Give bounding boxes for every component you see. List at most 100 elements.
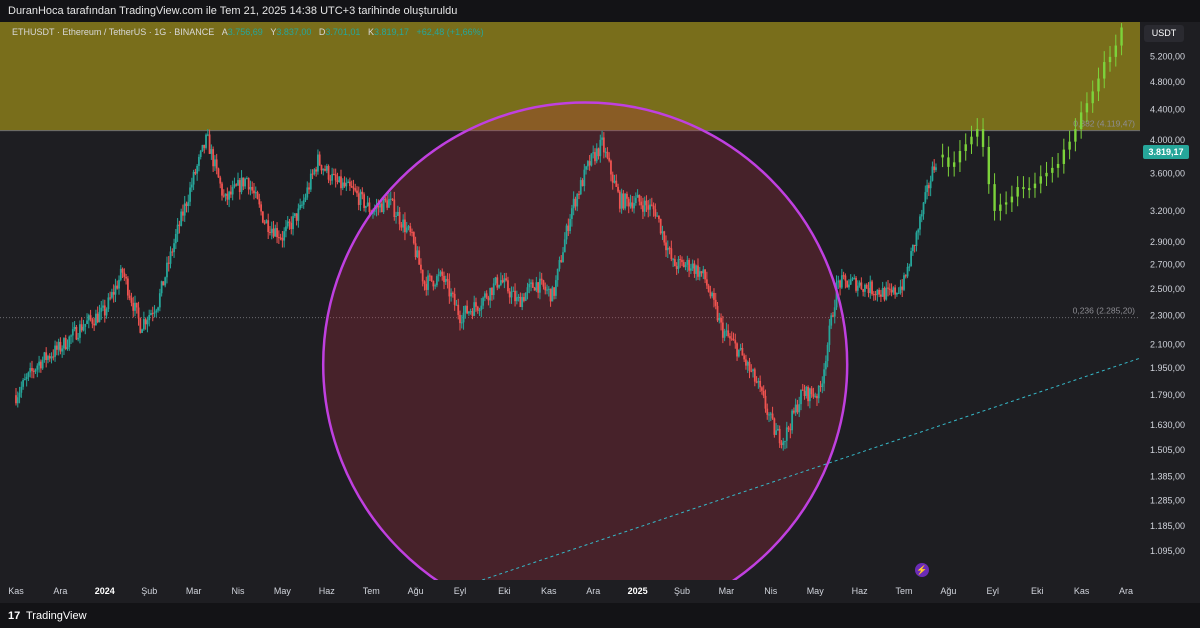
candle-body [917,229,920,233]
projection-candle [1004,202,1008,205]
candle-body [663,231,666,243]
candle-body [407,226,410,228]
candle-body [570,208,573,219]
candle-body [709,291,712,297]
candle-body [141,329,143,333]
candle-body [290,222,293,230]
candle-body [855,277,857,291]
candle-body [537,282,540,293]
candle-body [569,218,572,231]
candle-body [796,404,799,413]
candle-body [579,180,582,195]
candle-body [627,198,630,207]
candle-body [471,311,474,316]
price-tick-label: 1.630,00 [1150,420,1185,430]
candle-body [430,275,433,281]
candle-body [317,154,319,172]
candle-body [224,193,227,196]
candle-body [277,237,280,239]
candle-body [540,278,543,281]
candle-body [492,283,495,295]
candle-body [285,226,287,232]
currency-selector[interactable]: USDT [1144,25,1184,42]
candle-body [528,283,531,288]
candle-body [595,148,598,162]
projection-candle [1074,129,1077,142]
candle-body [222,195,225,197]
candle-body [713,292,715,300]
price-tick-label: 1.095,00 [1150,546,1185,556]
candle-body [535,282,538,291]
candle-body [157,307,159,311]
candle-body [87,315,90,321]
time-tick-label: Şub [674,586,690,596]
candle-body [396,211,399,216]
fib-label: 0,382 (4.119,47) [1073,119,1135,129]
candle-body [782,441,785,446]
candle-body [503,278,506,283]
price-tick-label: 4.400,00 [1150,105,1185,115]
candle-body [71,329,74,336]
candle-body [677,258,680,270]
price-tick-label: 1.505,00 [1150,445,1185,455]
candle-body [45,352,48,361]
candle-body [70,335,72,337]
projection-candle [1068,141,1071,150]
projection-candle [1056,163,1060,168]
price-chart[interactable]: 0,382 (4.119,47) 0,236 (2.285,20) 5.200,0… [0,0,1200,628]
time-tick-label: Eki [498,586,511,596]
candle-body [464,305,467,313]
candle-body [318,154,321,166]
time-tick-label: Nis [764,586,777,596]
candle-body [150,313,152,315]
candle-body [597,148,600,157]
candle-body [253,190,255,194]
candle-body [649,204,651,210]
candle-body [865,284,868,289]
candle-body [766,408,769,415]
candle-body [878,289,881,295]
candle-body [189,187,191,202]
candle-body [444,278,447,283]
candle-body [460,322,463,324]
candle-body [325,166,328,171]
candle-body [68,336,71,348]
candle-body [38,361,40,366]
candle-body [77,337,80,340]
candle-body [494,277,497,284]
candle-body [361,191,364,195]
candle-body [656,215,659,217]
candle-body [126,278,129,296]
candle-body [36,365,39,370]
tradingview-brand[interactable]: TradingView [26,610,87,622]
candle-body [409,226,412,233]
candle-body [642,205,644,212]
candle-body [919,216,921,230]
candle-body [137,307,140,319]
fib-label: 0,236 (2.285,20) [1073,306,1136,316]
candle-body [860,282,863,290]
candle-body [384,198,387,201]
candle-body [821,383,824,387]
candle-body [343,182,346,187]
candle-body [18,392,21,398]
candle-body [178,224,181,226]
time-tick-label: Nis [232,586,245,596]
candle-body [805,386,808,396]
candle-body [556,268,559,281]
candle-body [309,173,312,190]
tradingview-logo-icon[interactable]: 17 [8,610,26,622]
candle-body [428,275,431,277]
candle-body [244,178,247,187]
candle-body [773,418,776,435]
candle-body [935,167,937,170]
candle-body [240,177,243,193]
time-axis[interactable] [0,580,1140,603]
candle-body [455,304,458,306]
candle-body [913,244,916,246]
time-tick-label: Ağu [940,586,956,596]
lightning-event-icon[interactable]: ⚡ [915,563,929,577]
candle-body [519,296,522,308]
candle-body [174,233,177,244]
candle-body [666,247,669,251]
